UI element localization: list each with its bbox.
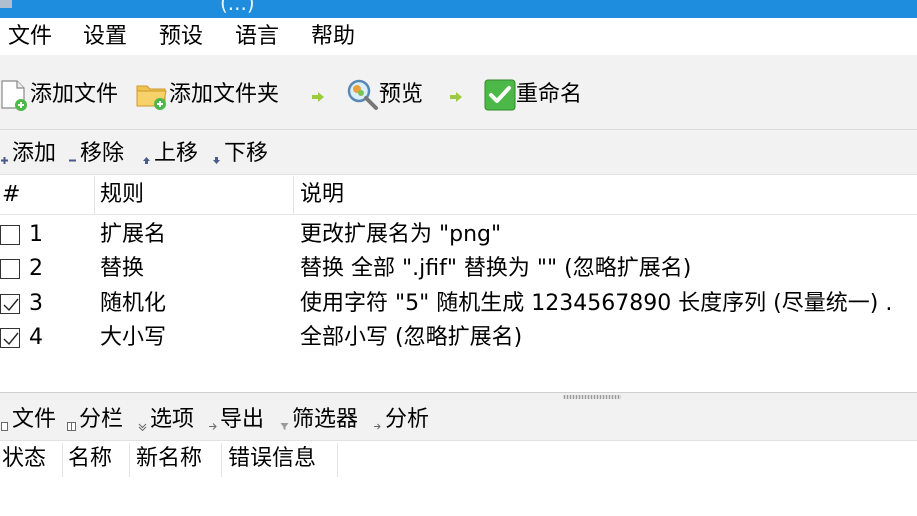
rule-index: 3 bbox=[29, 291, 43, 316]
arrow-right-icon bbox=[311, 88, 325, 102]
rule-index: 1 bbox=[29, 222, 43, 247]
rule-description: 替换 全部 ".jfif" 替换为 "" (忽略扩展名) bbox=[300, 256, 692, 281]
filter-icon bbox=[280, 416, 289, 430]
minus-icon bbox=[68, 150, 77, 161]
column-header-status[interactable]: 状态 bbox=[2, 445, 46, 473]
filter-menu-label: 筛选器 bbox=[292, 407, 359, 432]
plus-icon bbox=[0, 150, 9, 164]
window-title: (...) bbox=[220, 0, 255, 15]
splitter-grip[interactable] bbox=[563, 395, 621, 399]
table-row[interactable]: 2 替换 替换 全部 ".jfif" 替换为 "" (忽略扩展名) bbox=[0, 252, 917, 286]
menu-file[interactable]: 文件 bbox=[8, 22, 52, 52]
analyze-menu-label: 分析 bbox=[385, 407, 430, 432]
rules-toolbar: 添加 移除 上移 下移 bbox=[0, 130, 917, 175]
menu-help[interactable]: 帮助 bbox=[311, 22, 355, 52]
move-down-label: 下移 bbox=[224, 141, 269, 166]
menu-settings[interactable]: 设置 bbox=[83, 22, 127, 52]
rule-index: 4 bbox=[29, 325, 43, 350]
table-row[interactable]: 4 大小写 全部小写 (忽略扩展名) bbox=[0, 321, 917, 355]
preview-button[interactable]: 预览 bbox=[345, 77, 423, 113]
rename-label: 重命名 bbox=[516, 82, 583, 107]
rule-name: 随机化 bbox=[100, 291, 167, 316]
add-rule-button[interactable]: 添加 bbox=[0, 140, 56, 168]
check-icon bbox=[3, 298, 19, 312]
filter-menu-button[interactable]: 筛选器 bbox=[280, 406, 358, 434]
column-divider[interactable] bbox=[129, 443, 130, 477]
preview-label: 预览 bbox=[379, 82, 424, 107]
remove-rule-button[interactable]: 移除 bbox=[68, 140, 124, 168]
move-up-button[interactable]: 上移 bbox=[142, 140, 198, 168]
rule-name: 替换 bbox=[100, 256, 145, 281]
rule-index: 2 bbox=[29, 256, 43, 281]
rule-checkbox[interactable] bbox=[0, 294, 20, 314]
add-files-button[interactable]: 添加文件 bbox=[0, 77, 118, 113]
folder-plus-icon bbox=[136, 79, 169, 111]
files-toolbar: 文件 分栏 选项 导出 筛选器 分析 bbox=[0, 400, 917, 441]
magnifier-icon bbox=[345, 78, 379, 112]
rule-description: 全部小写 (忽略扩展名) bbox=[300, 325, 523, 350]
column-header-rule[interactable]: 规则 bbox=[100, 181, 144, 209]
table-row[interactable]: 1 扩展名 更改扩展名为 "png" bbox=[0, 218, 917, 252]
column-divider[interactable] bbox=[62, 443, 63, 477]
columns-menu-button[interactable]: 分栏 bbox=[67, 406, 123, 434]
main-toolbar: 添加文件 添加文件夹 预览 重命名 bbox=[0, 55, 917, 130]
columns-menu-label: 分栏 bbox=[79, 407, 124, 432]
columns-icon bbox=[67, 416, 76, 431]
add-rule-label: 添加 bbox=[12, 141, 57, 166]
menu-presets[interactable]: 预设 bbox=[159, 22, 203, 52]
export-menu-label: 导出 bbox=[220, 407, 265, 432]
remove-rule-label: 移除 bbox=[80, 141, 125, 166]
arrow-down-icon bbox=[212, 150, 221, 164]
arrow-right-icon bbox=[373, 416, 382, 429]
column-header-error[interactable]: 错误信息 bbox=[228, 445, 316, 473]
rule-checkbox[interactable] bbox=[0, 328, 20, 348]
file-plus-icon bbox=[0, 79, 30, 111]
files-menu-label: 文件 bbox=[12, 407, 57, 432]
menu-bar: 文件 设置 预设 语言 帮助 bbox=[0, 18, 917, 55]
rules-table-header: # 规则 说明 bbox=[0, 176, 917, 215]
title-bar: (...) bbox=[0, 0, 917, 18]
column-header-new-name[interactable]: 新名称 bbox=[136, 445, 202, 473]
move-down-button[interactable]: 下移 bbox=[212, 140, 268, 168]
add-folder-button[interactable]: 添加文件夹 bbox=[136, 77, 279, 113]
analyze-menu-button[interactable]: 分析 bbox=[373, 406, 429, 434]
column-header-index[interactable]: # bbox=[2, 181, 20, 209]
app-icon bbox=[0, 0, 12, 8]
check-icon bbox=[3, 332, 19, 346]
rule-description: 更改扩展名为 "png" bbox=[300, 222, 502, 247]
export-menu-button[interactable]: 导出 bbox=[208, 406, 264, 434]
column-divider[interactable] bbox=[94, 176, 95, 214]
rule-name: 大小写 bbox=[100, 325, 167, 350]
arrow-up-icon bbox=[142, 150, 151, 164]
files-table-header: 状态 名称 新名称 错误信息 bbox=[0, 441, 917, 477]
arrow-right-icon bbox=[449, 88, 463, 102]
menu-language[interactable]: 语言 bbox=[235, 22, 279, 52]
add-folder-label: 添加文件夹 bbox=[169, 82, 280, 107]
export-icon bbox=[208, 416, 217, 430]
options-menu-button[interactable]: 选项 bbox=[138, 406, 194, 434]
column-header-name[interactable]: 名称 bbox=[68, 445, 112, 473]
column-header-description[interactable]: 说明 bbox=[300, 181, 344, 209]
column-divider[interactable] bbox=[293, 176, 294, 214]
rule-checkbox[interactable] bbox=[0, 259, 20, 279]
files-menu-button[interactable]: 文件 bbox=[0, 406, 56, 434]
rule-description: 使用字符 "5" 随机生成 1234567890 长度序列 (尽量统一) . bbox=[300, 291, 893, 316]
table-row[interactable]: 3 随机化 使用字符 "5" 随机生成 1234567890 长度序列 (尽量统… bbox=[0, 287, 917, 321]
green-check-icon bbox=[484, 79, 516, 111]
column-divider[interactable] bbox=[221, 443, 222, 477]
column-divider[interactable] bbox=[337, 443, 338, 477]
add-files-label: 添加文件 bbox=[30, 82, 119, 107]
rule-checkbox[interactable] bbox=[0, 225, 20, 245]
file-icon bbox=[0, 416, 9, 431]
rule-name: 扩展名 bbox=[100, 222, 167, 247]
move-up-label: 上移 bbox=[154, 141, 199, 166]
rename-button[interactable]: 重命名 bbox=[484, 77, 582, 113]
options-menu-label: 选项 bbox=[150, 407, 195, 432]
chevron-down-icon bbox=[138, 416, 147, 431]
